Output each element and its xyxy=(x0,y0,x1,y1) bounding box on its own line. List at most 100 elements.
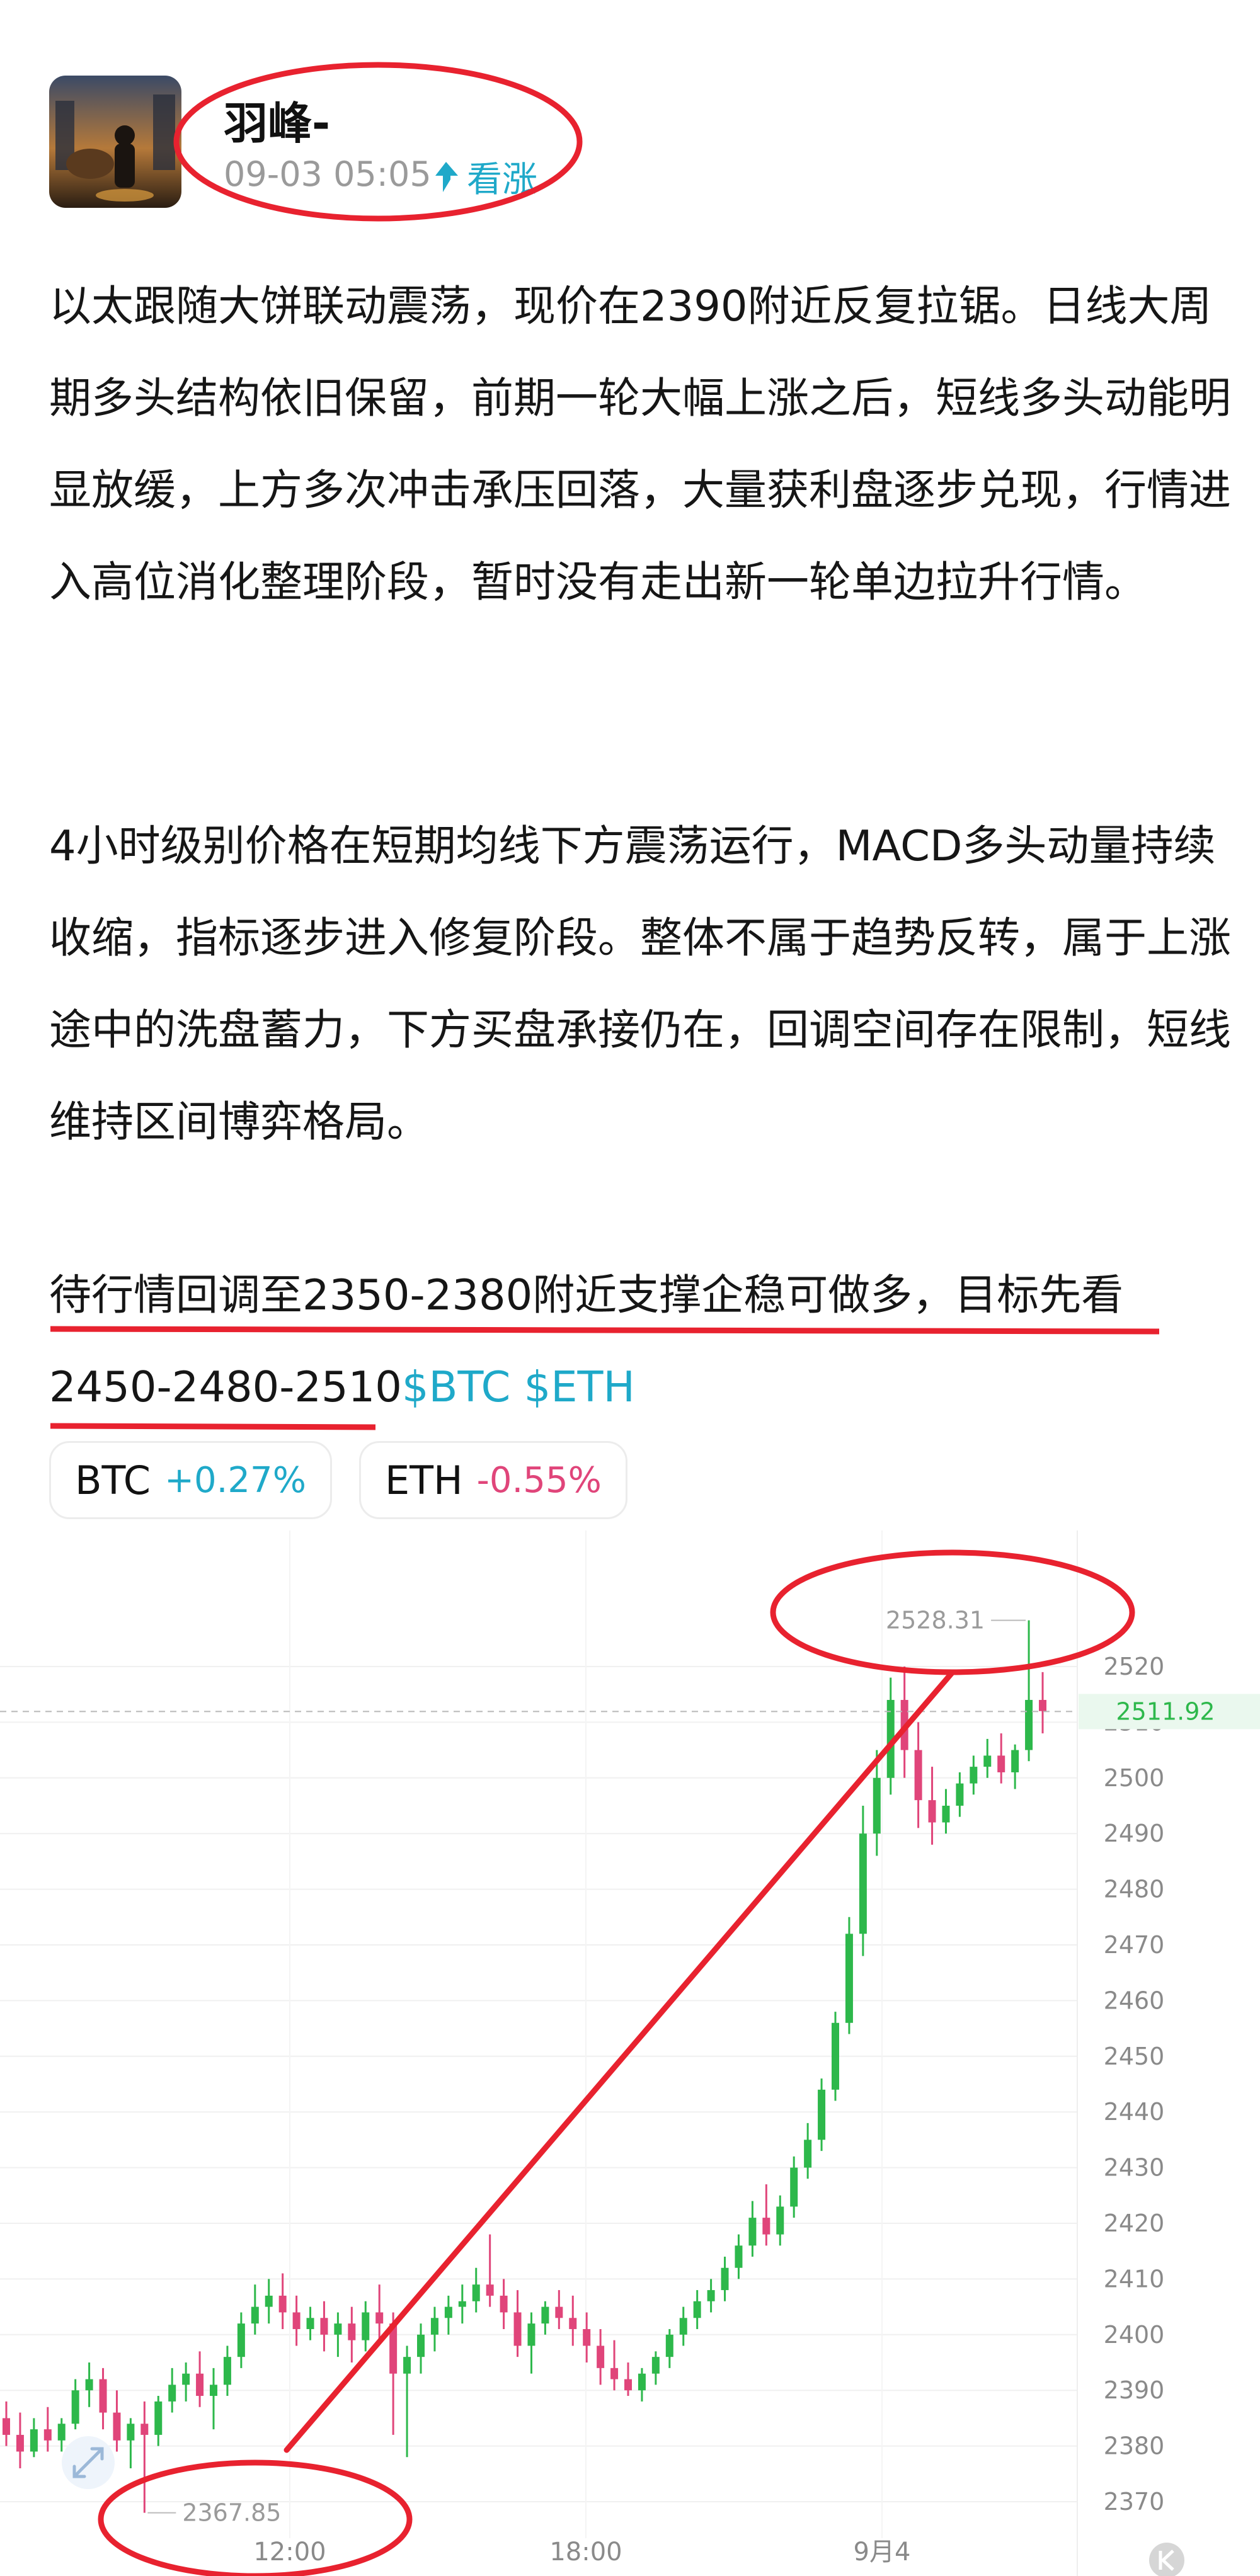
candle-body xyxy=(555,2306,563,2318)
x-tick-label: 9月4 xyxy=(854,2538,911,2567)
candle-body xyxy=(914,1750,922,1801)
candle-body xyxy=(665,2334,673,2357)
candle-body xyxy=(71,2390,79,2424)
candle-body xyxy=(500,2295,508,2313)
candle-body xyxy=(1011,1750,1019,1772)
x-tick-label: 18:00 xyxy=(549,2538,622,2567)
candle-body xyxy=(541,2306,549,2324)
candle-body xyxy=(168,2385,176,2402)
candle-body xyxy=(818,2089,826,2140)
author-annotation-ellipse xyxy=(173,62,583,222)
candle-body xyxy=(43,2429,52,2441)
candle-body xyxy=(748,2218,757,2246)
x-tick-label: 12:00 xyxy=(253,2538,326,2567)
chart-extras: 2511.92 2528.31 2367.85 xyxy=(0,1607,1260,2576)
candle-body xyxy=(790,2167,798,2207)
strategy-underline xyxy=(50,1423,376,1430)
candle-body xyxy=(832,2022,839,2090)
candle-body xyxy=(348,2323,356,2340)
candle-body xyxy=(1039,1700,1046,1711)
coin-chip-eth[interactable]: ETH -0.55% xyxy=(359,1441,627,1519)
y-tick-label: 2420 xyxy=(1104,2209,1165,2237)
y-tick-label: 2430 xyxy=(1104,2154,1165,2182)
y-tick-label: 2480 xyxy=(1104,1876,1165,1903)
coin-symbol: ETH xyxy=(385,1457,463,1503)
candle-body xyxy=(928,1800,936,1823)
k-logo-icon xyxy=(1149,2543,1184,2576)
candle-body xyxy=(57,2424,66,2441)
candle-body xyxy=(527,2323,536,2346)
coin-chip-btc[interactable]: BTC +0.27% xyxy=(49,1441,332,1519)
candle-body xyxy=(278,2295,287,2313)
candle-body xyxy=(997,1755,1005,1772)
candle-body xyxy=(403,2357,411,2374)
candle-body xyxy=(1025,1700,1033,1750)
candle-body xyxy=(182,2373,190,2385)
candle-body xyxy=(375,2312,384,2324)
candle-body xyxy=(762,2218,770,2235)
high-price-label: 2528.31 xyxy=(886,1607,985,1634)
y-tick-label: 2470 xyxy=(1104,1931,1165,1959)
y-tick-label: 2390 xyxy=(1104,2376,1165,2404)
candle-body xyxy=(154,2401,163,2435)
candle-body xyxy=(292,2312,301,2329)
y-axis: 2370 2380 2390 2400 2410 2420 2430 2440 2450 2460… xyxy=(1104,1653,1165,2516)
candle-body xyxy=(569,2318,577,2329)
y-tick-label: 2460 xyxy=(1104,1986,1165,2014)
candle-body xyxy=(362,2312,370,2340)
candle-body xyxy=(583,2328,591,2346)
y-tick-label: 2370 xyxy=(1104,2488,1165,2516)
strategy-underline xyxy=(50,1326,1160,1335)
candle-body xyxy=(127,2424,135,2441)
candle-body xyxy=(721,2267,729,2291)
coin-change: +0.27% xyxy=(164,1459,306,1501)
candle-body xyxy=(16,2434,24,2452)
y-tick-label: 2490 xyxy=(1104,1820,1165,1847)
candle-body xyxy=(140,2424,149,2435)
candle-body xyxy=(486,2284,494,2296)
candle-body xyxy=(251,2306,259,2324)
y-tick-label: 2400 xyxy=(1104,2321,1165,2349)
candle-body xyxy=(970,1767,978,1784)
candle-body xyxy=(776,2206,784,2235)
candle-body xyxy=(983,1755,992,1767)
candle-body xyxy=(638,2373,646,2391)
candle-body xyxy=(956,1783,964,1806)
candle-body xyxy=(223,2357,231,2385)
coin-symbol: BTC xyxy=(75,1457,151,1503)
candle-body xyxy=(113,2412,121,2441)
candle-body xyxy=(334,2323,342,2335)
candle-body xyxy=(693,2301,701,2318)
chart-annotations xyxy=(98,1549,1135,2576)
candle-body xyxy=(320,2318,328,2335)
chart-svg: 2370 2380 2390 2400 2410 2420 2430 2440 2450 2460… xyxy=(0,1530,1260,2576)
candle-body xyxy=(3,2418,10,2435)
expand-arrows-icon[interactable] xyxy=(62,2436,115,2489)
chart-candles xyxy=(3,1620,1046,2513)
y-tick-label: 2410 xyxy=(1104,2265,1165,2293)
candle-body xyxy=(707,2290,715,2301)
candle-body xyxy=(430,2318,438,2335)
candle-body xyxy=(651,2357,660,2374)
current-price-label: 2511.92 xyxy=(1116,1697,1215,1725)
low-price-label: 2367.85 xyxy=(182,2499,281,2527)
candle-body xyxy=(597,2345,605,2368)
candle-body xyxy=(472,2284,480,2301)
candle-body xyxy=(873,1777,881,1834)
candle-body xyxy=(679,2318,687,2335)
candle-body xyxy=(624,2379,632,2391)
y-tick-label: 2450 xyxy=(1104,2043,1165,2070)
y-tick-label: 2520 xyxy=(1104,1653,1165,1680)
trend-annotation-line xyxy=(284,1669,956,2453)
candle-body xyxy=(458,2301,466,2307)
candle-body xyxy=(610,2368,619,2379)
candle-body xyxy=(444,2306,452,2318)
candle-body xyxy=(210,2385,217,2396)
candle-body xyxy=(942,1806,950,1823)
candle-body xyxy=(513,2312,522,2346)
candle-body xyxy=(237,2323,245,2357)
candle-body xyxy=(845,1934,853,2023)
price-chart[interactable]: 2370 2380 2390 2400 2410 2420 2430 2440 2450 2460… xyxy=(0,1530,1260,2576)
coin-change: -0.55% xyxy=(476,1459,602,1501)
candle-body xyxy=(859,1833,867,1934)
